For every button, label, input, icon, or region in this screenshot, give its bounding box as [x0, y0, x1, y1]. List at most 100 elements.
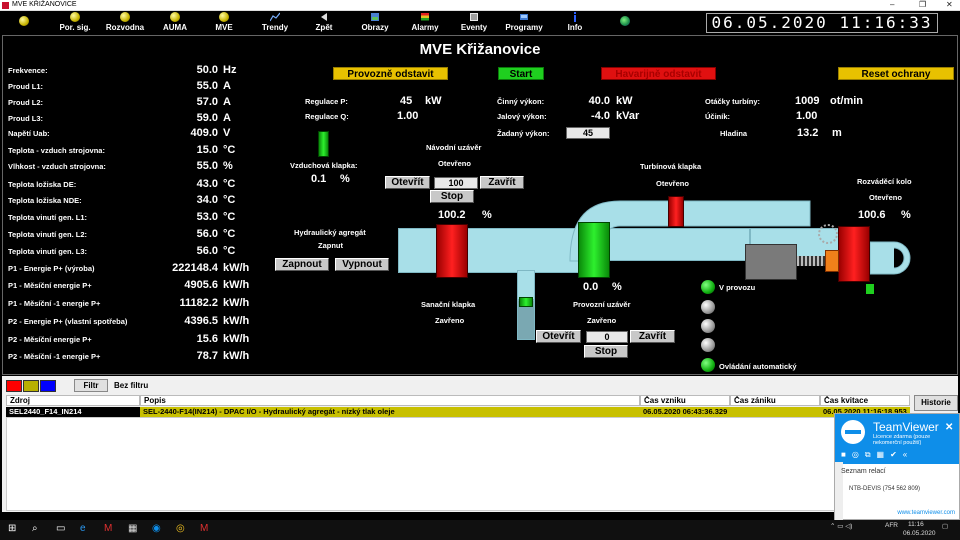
- measurement-label: Teplota vinutí gen. L2:: [8, 230, 88, 239]
- scada-task-icon[interactable]: M: [200, 523, 208, 534]
- col-zdroj[interactable]: Zdroj: [6, 395, 140, 406]
- navodni-uzaver-input[interactable]: 100: [434, 177, 478, 189]
- zadany-vykon-input[interactable]: 45: [566, 127, 610, 139]
- col-cas-zaniku[interactable]: Čas zániku: [730, 395, 820, 406]
- measurement-label: Teplota ložiska NDE:: [8, 196, 82, 205]
- search-icon[interactable]: ⌕: [32, 523, 38, 534]
- teamviewer-link[interactable]: www.teamviewer.com: [897, 510, 955, 516]
- toolbar-alarmy[interactable]: Alarmy: [408, 11, 442, 33]
- app-icon[interactable]: M: [104, 523, 112, 534]
- alarm-row-cas-vzniku[interactable]: 06.05.2020 06:43:36.329: [640, 407, 730, 417]
- measurement-unit: kW/h: [223, 350, 250, 362]
- calculator-icon[interactable]: ▦: [128, 523, 137, 534]
- col-popis[interactable]: Popis: [140, 395, 640, 406]
- alarm-row-zdroj[interactable]: SEL2440_F14_IN214: [6, 407, 140, 417]
- provozni-stop-button[interactable]: Stop: [584, 345, 628, 358]
- programs-icon: [520, 14, 528, 20]
- tray-date[interactable]: 06.05.2020: [903, 530, 936, 537]
- tray-time[interactable]: 11:16: [908, 521, 924, 528]
- start-button[interactable]: Start: [498, 67, 544, 80]
- task-view-icon[interactable]: ▭: [56, 523, 65, 534]
- measurement-unit: A: [223, 112, 231, 124]
- col-cas-vzniku[interactable]: Čas vzniku: [640, 395, 730, 406]
- toolbar-eventy[interactable]: Eventy: [457, 11, 491, 33]
- yellow-led-icon: [170, 12, 180, 22]
- minimize-button[interactable]: –: [890, 0, 894, 9]
- provozne-odstavit-button[interactable]: Provozně odstavit: [333, 67, 448, 80]
- toolbar-obrazy[interactable]: Obrazy: [358, 11, 392, 33]
- toolbar-label: Obrazy: [361, 23, 389, 32]
- tray-lang[interactable]: AFR: [885, 522, 898, 529]
- measurement-label: Napětí Uab:: [8, 129, 50, 138]
- teamviewer-sessions-label[interactable]: Seznam relací: [841, 468, 886, 475]
- teamviewer-session-item[interactable]: NTB-DEVIS (754 562 809): [849, 486, 920, 492]
- measurement-label: P1 - Měsíční -1 energie P+: [8, 299, 101, 308]
- measurement-value: 4905.6: [184, 279, 218, 291]
- measurement-value: 4396.5: [184, 315, 218, 327]
- provozni-zavrit-button[interactable]: Zavřít: [630, 330, 675, 343]
- globe-button[interactable]: [618, 11, 632, 33]
- cinny-vykon-unit: kW: [616, 95, 633, 107]
- navodni-otevrit-button[interactable]: Otevřít: [385, 176, 430, 189]
- teamviewer-logo-icon: [841, 420, 865, 444]
- toolbar-mve[interactable]: MVE: [208, 11, 240, 33]
- filter-red-square[interactable]: [6, 380, 22, 392]
- hladina-unit: m: [832, 127, 842, 139]
- trend-chart-icon: [270, 12, 280, 22]
- provozni-otevrit-button[interactable]: Otevřít: [536, 330, 581, 343]
- navodni-stop-button[interactable]: Stop: [430, 190, 474, 203]
- measurement-unit: °C: [223, 178, 236, 190]
- ovladani-automaticky-label: Ovládání automatický: [719, 362, 797, 371]
- measurement-unit: °C: [223, 194, 236, 206]
- start-icon[interactable]: ⊞: [8, 523, 16, 534]
- filter-yellow-square[interactable]: [23, 380, 39, 392]
- ucinik-label: Účiník:: [705, 112, 731, 121]
- edge-icon[interactable]: e: [80, 523, 86, 534]
- measurement-unit: A: [223, 96, 231, 108]
- navodni-percent-unit: %: [482, 209, 492, 221]
- teamviewer-close-icon[interactable]: ✕: [945, 422, 953, 433]
- zapnout-button[interactable]: Zapnout: [275, 258, 329, 271]
- alarms-icon: [421, 13, 429, 21]
- maximize-button[interactable]: ❐: [919, 0, 926, 9]
- measurement-label: Teplota vinutí gen. L3:: [8, 247, 88, 256]
- measurement-label: Proud L1:: [8, 82, 43, 91]
- col-cas-kvitace[interactable]: Čas kvitace: [820, 395, 910, 406]
- measurement-label: Vlhkost - vzduch strojovna:: [8, 162, 106, 171]
- measurement-unit: °C: [223, 144, 236, 156]
- tray-icons[interactable]: ⌃ ▭ ◁): [830, 522, 852, 530]
- toolbar-label: AUMA: [163, 23, 187, 32]
- notifications-icon[interactable]: ▢: [942, 522, 948, 530]
- reset-ochrany-button[interactable]: Reset ochrany: [838, 67, 954, 80]
- alarm-list-body: [6, 417, 910, 511]
- vypnout-button[interactable]: Vypnout: [335, 258, 389, 271]
- havarijne-odstavit-button[interactable]: Havarijně odstavit: [601, 67, 716, 80]
- navodni-uzaver-state: Otevřeno: [438, 159, 471, 168]
- back-arrow-icon: [321, 13, 327, 21]
- provozni-uzaver-input[interactable]: 0: [586, 331, 628, 343]
- hydraulicky-agregat-state: Zapnut: [318, 241, 343, 250]
- teamviewer-task-icon[interactable]: ◉: [152, 523, 161, 534]
- toolbar-trendy[interactable]: Trendy: [258, 11, 292, 33]
- vzduchova-klapka-unit: %: [340, 173, 350, 185]
- otacky-label: Otáčky turbíny:: [705, 97, 761, 106]
- toolbar-label: Zpět: [315, 23, 333, 32]
- historie-button[interactable]: Historie: [914, 395, 958, 411]
- navodni-zavrit-button[interactable]: Zavřít: [480, 176, 524, 189]
- toolbar-auma[interactable]: AUMA: [157, 11, 193, 33]
- toolbar-zpet[interactable]: Zpět: [310, 11, 338, 33]
- close-button[interactable]: ✕: [946, 0, 953, 9]
- toolbar-info[interactable]: Info: [563, 11, 587, 33]
- measurement-value: 59.0: [196, 112, 218, 124]
- app-logo-icon: [2, 2, 9, 9]
- toolbar-rozvodna[interactable]: Rozvodna: [103, 11, 147, 33]
- zadany-vykon-label: Žadaný výkon:: [497, 129, 550, 138]
- teamviewer-toolbar-icons[interactable]: ■◎⧉▦✔«: [841, 450, 913, 460]
- filter-blue-square[interactable]: [40, 380, 56, 392]
- toolbar-por-sig[interactable]: Por. sig.: [54, 11, 96, 33]
- toolbar-programy[interactable]: Programy: [503, 11, 545, 33]
- filter-button[interactable]: Filtr: [74, 379, 108, 392]
- alarm-row-cas-zaniku[interactable]: [730, 407, 820, 417]
- alarm-row-popis[interactable]: SEL-2440-F14(IN214) - DPAC I/O - Hydraul…: [140, 407, 640, 417]
- chrome-icon[interactable]: ◎: [176, 523, 185, 534]
